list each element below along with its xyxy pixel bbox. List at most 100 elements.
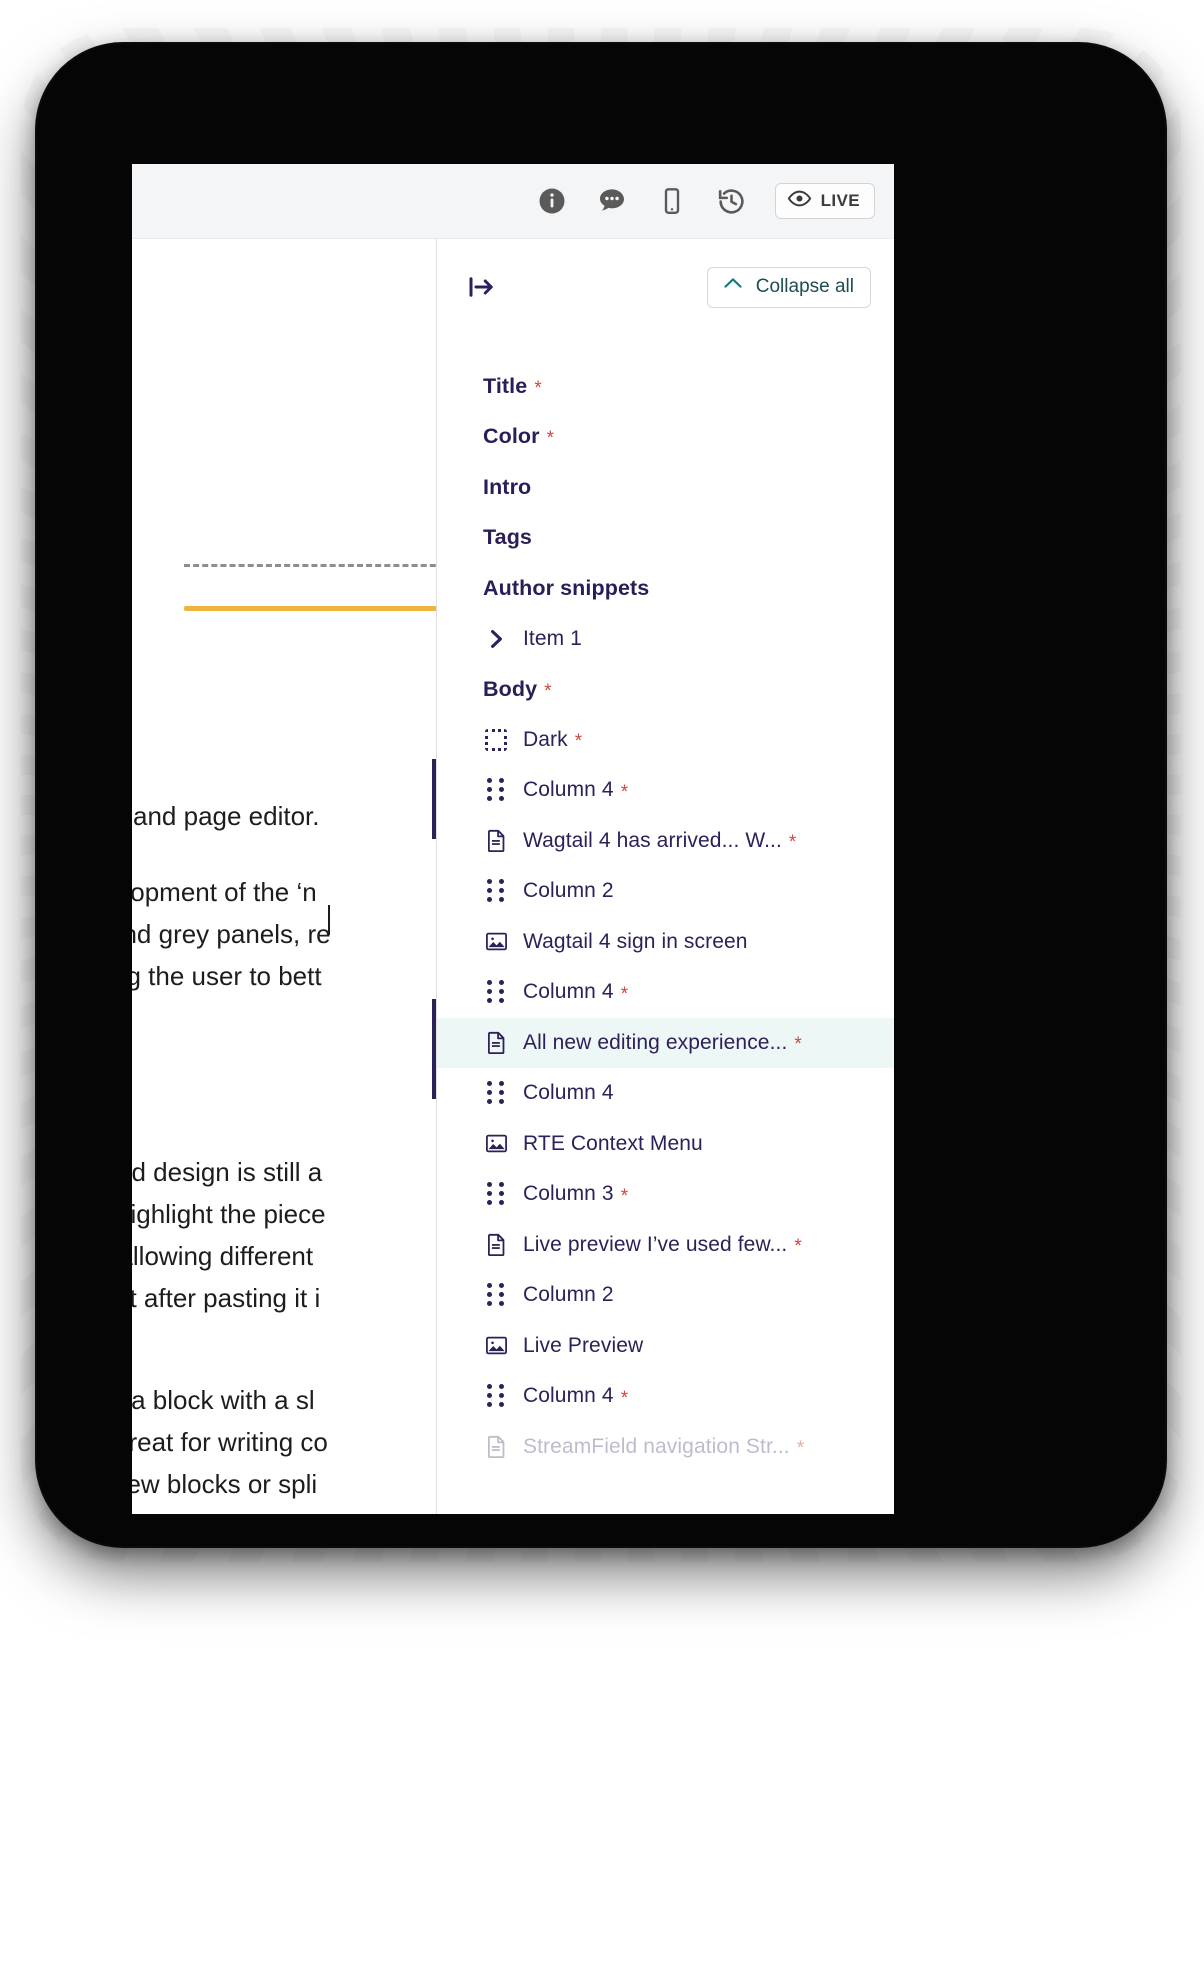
screenshot-root: LIVE l and page editor. elopment of the ‘… — [0, 0, 1204, 1982]
outline-item-12[interactable]: Column 4 * — [437, 967, 894, 1018]
outline-item-7[interactable]: Dark * — [437, 715, 894, 766]
outline-item-label: Intro — [483, 474, 532, 499]
outline-item-18[interactable]: Column 2 — [437, 1270, 894, 1321]
drag-handle-icon — [483, 1181, 509, 1207]
dotted-square-icon — [483, 727, 509, 753]
image-icon — [483, 929, 509, 955]
preview-text-line: ext after pasting it i — [132, 1283, 321, 1313]
preview-text-line: elopment of the ‘n — [132, 877, 317, 907]
outline-item-20[interactable]: Column 4 * — [437, 1371, 894, 1422]
document-icon — [483, 1030, 509, 1056]
eye-icon — [787, 186, 812, 216]
drag-handle-icon — [483, 1080, 509, 1106]
comments-icon[interactable] — [595, 184, 629, 218]
device-frame: LIVE l and page editor. elopment of the ‘… — [21, 28, 1181, 1562]
preview-text-line: l and page editor. — [132, 801, 320, 831]
outline-item-17[interactable]: Live preview I’ve used few... * — [437, 1220, 894, 1271]
preview-text-line: new blocks or spli — [132, 1469, 318, 1499]
outline-item-label: Live Preview — [523, 1333, 644, 1357]
outline-item-label: Wagtail 4 has arrived... W... — [523, 828, 782, 852]
page-editor-preview: l and page editor. elopment of the ‘n and … — [132, 239, 437, 1514]
outline-item-label: Author snippets — [483, 575, 650, 600]
outline-item-label: Title — [483, 373, 528, 398]
preview-block-marker-2 — [432, 999, 436, 1099]
outline-item-label: Column 4 — [523, 778, 614, 802]
outline-item-label: Column 2 — [523, 879, 614, 903]
outline-item-label: Dark — [523, 727, 568, 751]
outline-item-4[interactable]: Author snippets — [437, 563, 894, 614]
outline-item-label: Live preview I’ve used few... — [523, 1232, 788, 1256]
chevron-up-icon — [721, 272, 745, 302]
required-asterisk: * — [788, 832, 797, 854]
outline-item-label: StreamField navigation Str... — [523, 1434, 790, 1458]
chevron-right-icon — [483, 626, 509, 652]
collapse-panel-icon[interactable] — [461, 267, 501, 307]
outline-item-label: Column 4 — [523, 1081, 614, 1105]
required-asterisk: * — [620, 983, 629, 1005]
image-icon — [483, 1131, 509, 1157]
outline-item-0[interactable]: Title * — [437, 361, 894, 412]
collapse-all-label: Collapse all — [755, 276, 854, 297]
preview-text-line: and grey panels, re — [132, 919, 331, 949]
preview-text-line: fied design is still a — [132, 1157, 323, 1187]
document-icon — [483, 828, 509, 854]
preview-text-line: highlight the piece — [132, 1199, 326, 1229]
live-status-button[interactable]: LIVE — [774, 183, 875, 219]
outline-item-15[interactable]: RTE Context Menu — [437, 1119, 894, 1170]
outline-item-label: Body — [483, 676, 538, 701]
outline-item-9[interactable]: Wagtail 4 has arrived... W... * — [437, 816, 894, 867]
outline-item-6[interactable]: Body * — [437, 664, 894, 715]
required-asterisk: * — [574, 731, 583, 753]
preview-text-line: ng the user to bett — [132, 961, 322, 991]
outline-item-5[interactable]: Item 1 — [437, 614, 894, 665]
outline-item-21[interactable]: StreamField navigation Str... * — [437, 1422, 894, 1473]
required-asterisk: * — [620, 1185, 629, 1207]
editor-toolbar: LIVE — [132, 164, 894, 239]
mobile-preview-icon[interactable] — [655, 184, 689, 218]
live-label: LIVE — [820, 191, 860, 210]
required-asterisk: * — [620, 781, 629, 803]
outline-item-11[interactable]: Wagtail 4 sign in screen — [437, 917, 894, 968]
preview-accent-rule — [184, 606, 436, 611]
outline-item-3[interactable]: Tags — [437, 513, 894, 564]
outline-item-1[interactable]: Color * — [437, 412, 894, 463]
outline-item-label: Column 2 — [523, 1283, 614, 1307]
collapse-all-button[interactable]: Collapse all — [706, 266, 871, 308]
document-icon — [483, 1434, 509, 1460]
outline-item-label: Item 1 — [523, 626, 582, 650]
outline-header: Collapse all — [437, 239, 894, 313]
outline-item-label: Column 3 — [523, 1182, 614, 1206]
streamfield-outline-panel: Collapse all Title * Color * Intro Tags Author… — [437, 239, 894, 1514]
preview-text-line: , allowing different — [132, 1241, 314, 1271]
required-asterisk: * — [544, 680, 552, 702]
outline-item-2[interactable]: Intro — [437, 462, 894, 513]
outline-item-19[interactable]: Live Preview — [437, 1321, 894, 1372]
outline-item-13[interactable]: All new editing experience... * — [437, 1017, 894, 1068]
preview-text-line: rt a block with a sl — [132, 1385, 315, 1415]
required-asterisk: * — [794, 1034, 802, 1056]
document-icon — [483, 1232, 509, 1258]
preview-dashed-divider — [184, 564, 436, 567]
history-icon[interactable] — [715, 184, 749, 218]
info-icon[interactable] — [535, 184, 569, 218]
image-icon — [483, 1333, 509, 1359]
outline-item-8[interactable]: Column 4 * — [437, 765, 894, 816]
outline-item-list: Title * Color * Intro Tags Author snippets Item… — [437, 313, 894, 1472]
outline-item-label: Column 4 — [523, 980, 614, 1004]
preview-text-line: great for writing co — [132, 1427, 328, 1457]
outline-item-label: All new editing experience... — [523, 1030, 788, 1054]
outline-item-label: Wagtail 4 sign in screen — [523, 929, 748, 953]
drag-handle-icon — [483, 979, 509, 1005]
outline-item-14[interactable]: Column 4 — [437, 1068, 894, 1119]
device-screen: LIVE l and page editor. elopment of the ‘… — [132, 164, 894, 1514]
required-asterisk: * — [796, 1438, 805, 1460]
outline-item-16[interactable]: Column 3 * — [437, 1169, 894, 1220]
outline-item-label: Column 4 — [523, 1384, 614, 1408]
required-asterisk: * — [794, 1236, 802, 1258]
outline-item-10[interactable]: Column 2 — [437, 866, 894, 917]
editor-split: l and page editor. elopment of the ‘n and … — [132, 239, 894, 1514]
drag-handle-icon — [483, 878, 509, 904]
outline-item-label: Color — [483, 424, 540, 449]
outline-item-label: Tags — [483, 525, 532, 550]
preview-block-marker-1 — [432, 759, 436, 839]
